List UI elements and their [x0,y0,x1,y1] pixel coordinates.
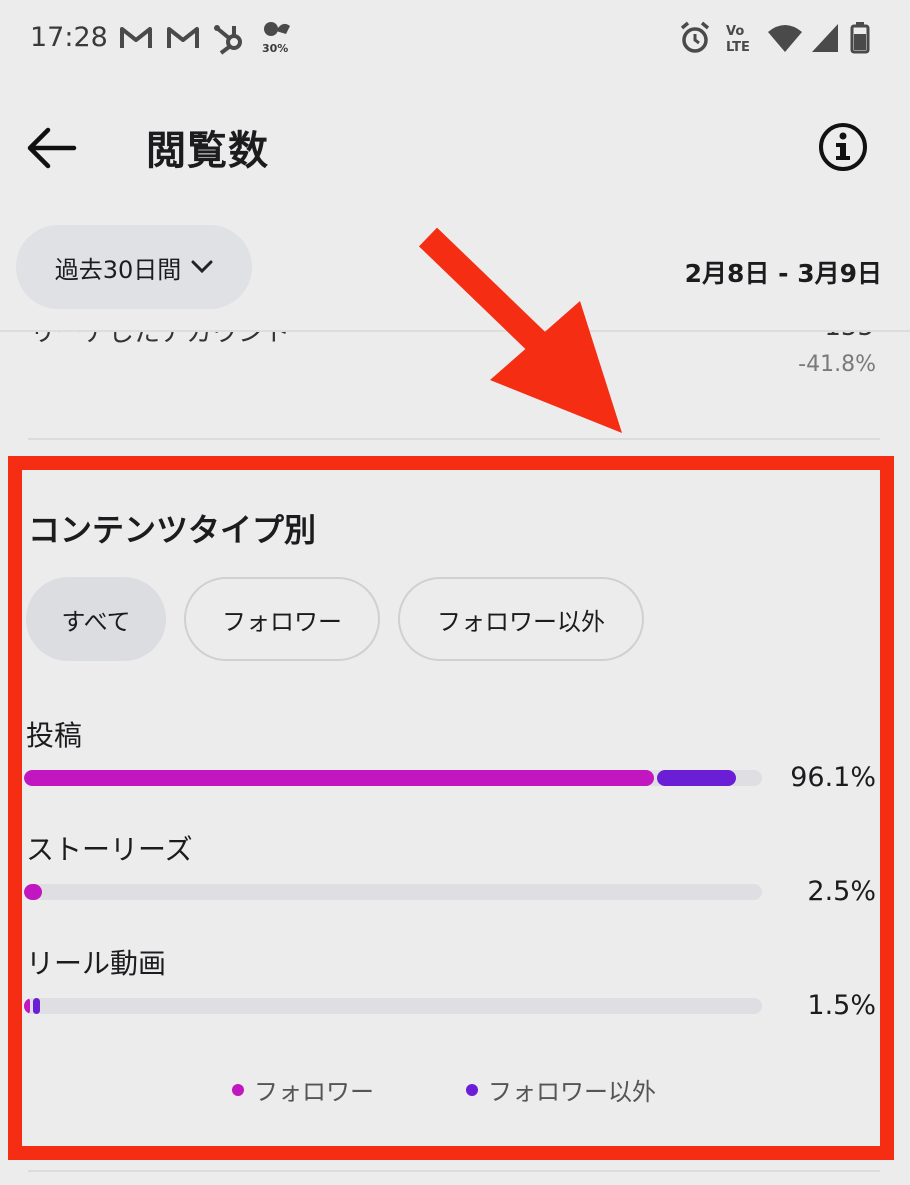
annotation-arrow-icon [418,227,622,433]
page-title: 閲覧数 [146,128,269,174]
chevron-down-icon [191,260,213,274]
highlight-box [8,456,894,1160]
status-time: 17:28 [30,22,108,53]
section-divider [28,1170,880,1172]
battery-saver-icon [264,22,290,36]
battery-icon [850,22,870,54]
wifi-icon [768,25,802,52]
alarm-icon [680,21,710,53]
back-arrow-icon[interactable] [22,120,80,176]
period-dropdown[interactable]: 過去30日間 [16,225,252,309]
svg-text:LTE: LTE [726,40,750,55]
svg-text:Vo: Vo [726,24,744,39]
reached-accounts-value: 155 [824,332,874,342]
reached-accounts-label: リーチしたアカウント [30,332,291,348]
gmail-icon [167,27,199,48]
reached-accounts-change: -41.8% [798,352,876,377]
info-icon[interactable] [816,120,870,174]
signal-icon [812,24,838,52]
gmail-icon [120,27,152,48]
hubspot-icon [214,25,242,55]
date-range: 2月8日 - 3月9日 [684,259,882,288]
period-label: 過去30日間 [54,255,182,284]
battery-saver-text: 30% [262,42,289,55]
volte-icon: Vo LTE [726,24,750,55]
